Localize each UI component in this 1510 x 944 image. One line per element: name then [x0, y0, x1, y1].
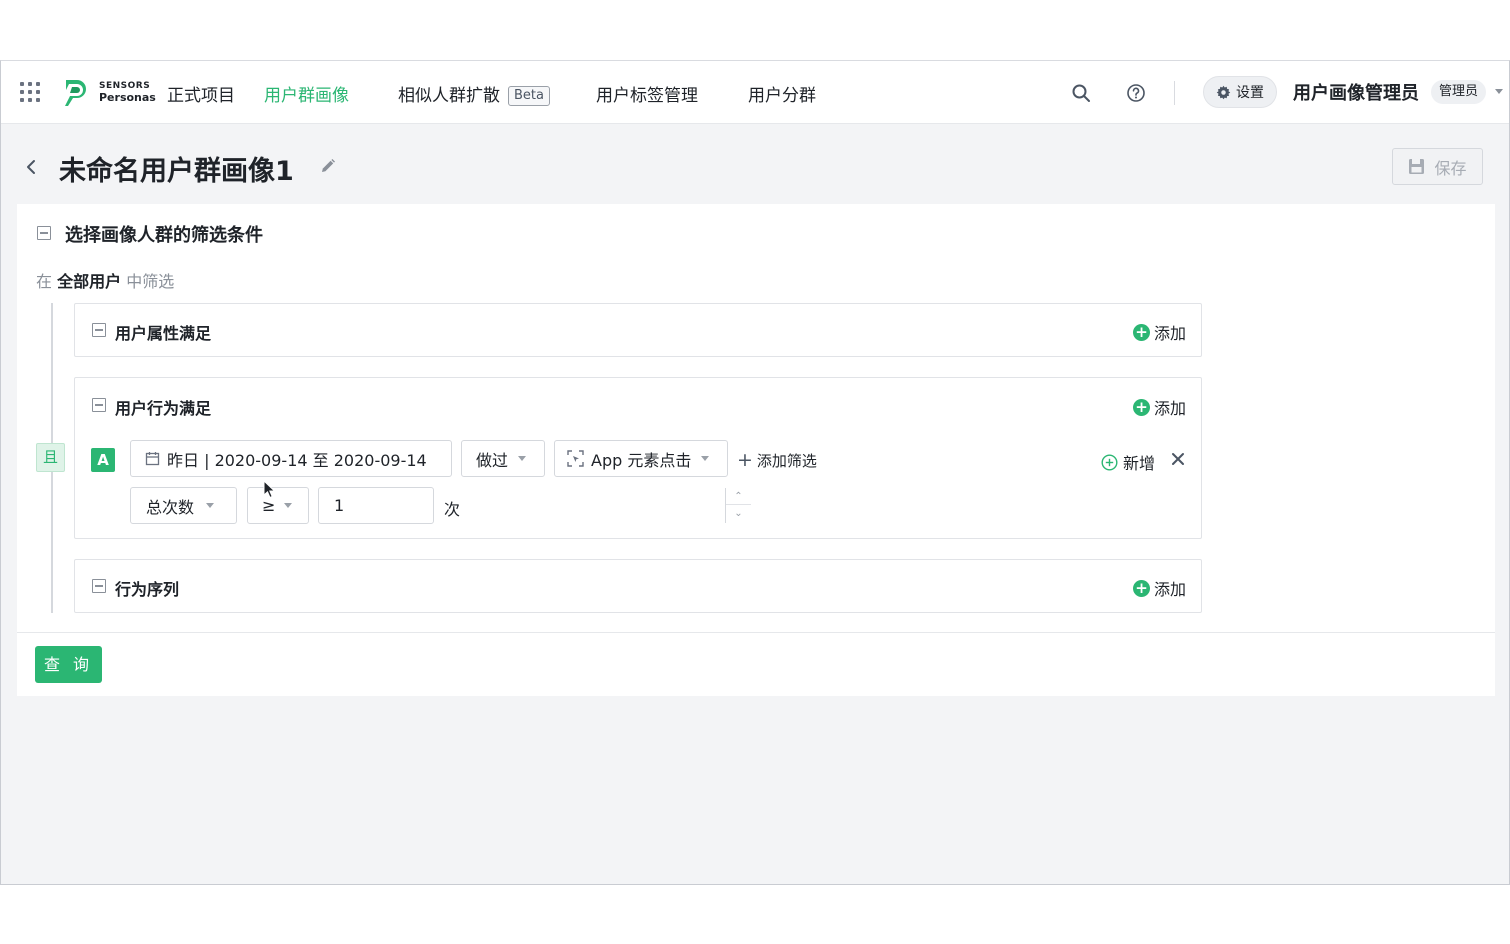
top-nav: SENSORS Personas 正式项目 用户群画像 相似人群扩散 Beta 用…	[1, 61, 1509, 124]
behavior-sequence-group: 行为序列 + 添加	[74, 559, 1202, 613]
count-value: 1	[334, 496, 345, 515]
beta-badge: Beta	[508, 86, 550, 106]
operator-select[interactable]: ≥	[247, 487, 309, 524]
chevron-down-icon	[206, 503, 215, 508]
collapse-group-icon[interactable]	[92, 398, 106, 412]
chevron-down-icon	[518, 456, 527, 461]
panel-divider	[17, 632, 1495, 633]
element-click-icon	[567, 450, 584, 467]
count-input[interactable]: 1 ⌃ ⌄	[318, 487, 751, 524]
close-icon[interactable]	[1170, 451, 1186, 467]
group-label: 用户属性满足	[115, 324, 212, 343]
scope-target[interactable]: 全部用户	[57, 272, 121, 291]
user-name[interactable]: 用户画像管理员	[1293, 79, 1419, 105]
action-select[interactable]: 做过	[461, 440, 545, 477]
plus-circle-icon: +	[1132, 398, 1150, 416]
filter-scope: 在 全部用户 中筛选	[36, 268, 174, 292]
nav-item-lookalike[interactable]: 相似人群扩散 Beta	[398, 81, 550, 106]
add-property-button[interactable]: + 添加	[1132, 320, 1186, 344]
action-value: 做过	[476, 450, 509, 470]
plus-circle-icon: +	[1132, 323, 1150, 341]
add-label: 添加	[1153, 324, 1186, 343]
metric-value: 总次数	[146, 497, 195, 517]
nav-item-segmentation[interactable]: 用户分群	[748, 81, 816, 106]
count-stepper[interactable]: ⌃ ⌄	[725, 488, 751, 523]
save-label: 保存	[1434, 158, 1467, 178]
new-label: 新增	[1123, 454, 1156, 473]
add-filter-label: 添加筛选	[756, 452, 817, 470]
add-filter-button[interactable]: + 添加筛选	[737, 450, 817, 471]
add-sequence-button[interactable]: + 添加	[1132, 576, 1186, 600]
save-button[interactable]: 保存	[1392, 148, 1483, 185]
settings-label: 设置	[1236, 85, 1264, 101]
query-button[interactable]: 查 询	[35, 646, 102, 683]
settings-button[interactable]: 设置	[1203, 76, 1277, 108]
help-icon[interactable]	[1126, 83, 1146, 103]
nav-item-user-group-portrait[interactable]: 用户群画像	[264, 81, 349, 106]
date-range-picker[interactable]: 昨日 | 2020-09-14 至 2020-09-14	[130, 440, 452, 477]
mouse-cursor-icon	[263, 480, 276, 499]
event-select[interactable]: App 元素点击	[554, 440, 728, 477]
count-unit: 次	[444, 500, 461, 519]
sensors-logo-icon	[65, 80, 86, 106]
add-label: 添加	[1153, 580, 1186, 599]
collapse-section-icon[interactable]	[37, 226, 51, 240]
page-title: 未命名用户群画像1	[59, 156, 294, 187]
date-range-value: 昨日 | 2020-09-14 至 2020-09-14	[167, 450, 427, 470]
scope-prefix: 在	[36, 272, 53, 291]
role-badge[interactable]: 管理员	[1431, 80, 1487, 104]
add-label: 添加	[1153, 399, 1186, 418]
chevron-down-icon	[701, 456, 710, 461]
and-toggle[interactable]: 且	[36, 443, 65, 472]
metric-select[interactable]: 总次数	[130, 487, 237, 524]
calendar-icon	[145, 452, 160, 466]
section-title: 选择画像人群的筛选条件	[65, 225, 263, 246]
stepper-up-icon[interactable]: ⌃	[726, 488, 751, 505]
search-icon[interactable]	[1071, 83, 1091, 103]
new-rule-button[interactable]: 新增	[1101, 450, 1155, 474]
stepper-down-icon[interactable]: ⌄	[726, 505, 751, 522]
logo[interactable]: SENSORS Personas	[63, 77, 156, 109]
chevron-down-icon	[284, 503, 293, 508]
floppy-disk-icon	[1409, 159, 1425, 174]
back-arrow-icon[interactable]	[23, 157, 39, 177]
chevron-down-icon[interactable]	[1495, 89, 1503, 94]
scope-suffix: 中筛选	[126, 272, 175, 291]
group-label: 用户行为满足	[115, 399, 212, 418]
plus-circle-outline-icon	[1101, 453, 1118, 471]
pencil-icon[interactable]	[319, 157, 337, 175]
logo-line2: Personas	[99, 90, 156, 104]
collapse-group-icon[interactable]	[92, 579, 106, 593]
nav-item-tag-management[interactable]: 用户标签管理	[596, 81, 698, 106]
nav-divider	[1174, 81, 1175, 105]
rule-badge: A	[91, 448, 115, 472]
nav-item-lookalike-label: 相似人群扩散	[398, 86, 500, 106]
gear-icon	[1216, 85, 1231, 99]
app-grid-icon[interactable]	[20, 82, 40, 102]
collapse-group-icon[interactable]	[92, 323, 106, 337]
nav-item-formal-project[interactable]: 正式项目	[167, 81, 235, 106]
user-property-group: 用户属性满足 + 添加	[74, 303, 1202, 357]
plus-circle-icon: +	[1132, 579, 1150, 597]
add-behavior-button[interactable]: + 添加	[1132, 395, 1186, 419]
plus-icon: +	[737, 449, 753, 471]
event-value: App 元素点击	[591, 450, 692, 470]
app-window: SENSORS Personas 正式项目 用户群画像 相似人群扩散 Beta 用…	[0, 60, 1510, 885]
group-label: 行为序列	[115, 580, 180, 599]
